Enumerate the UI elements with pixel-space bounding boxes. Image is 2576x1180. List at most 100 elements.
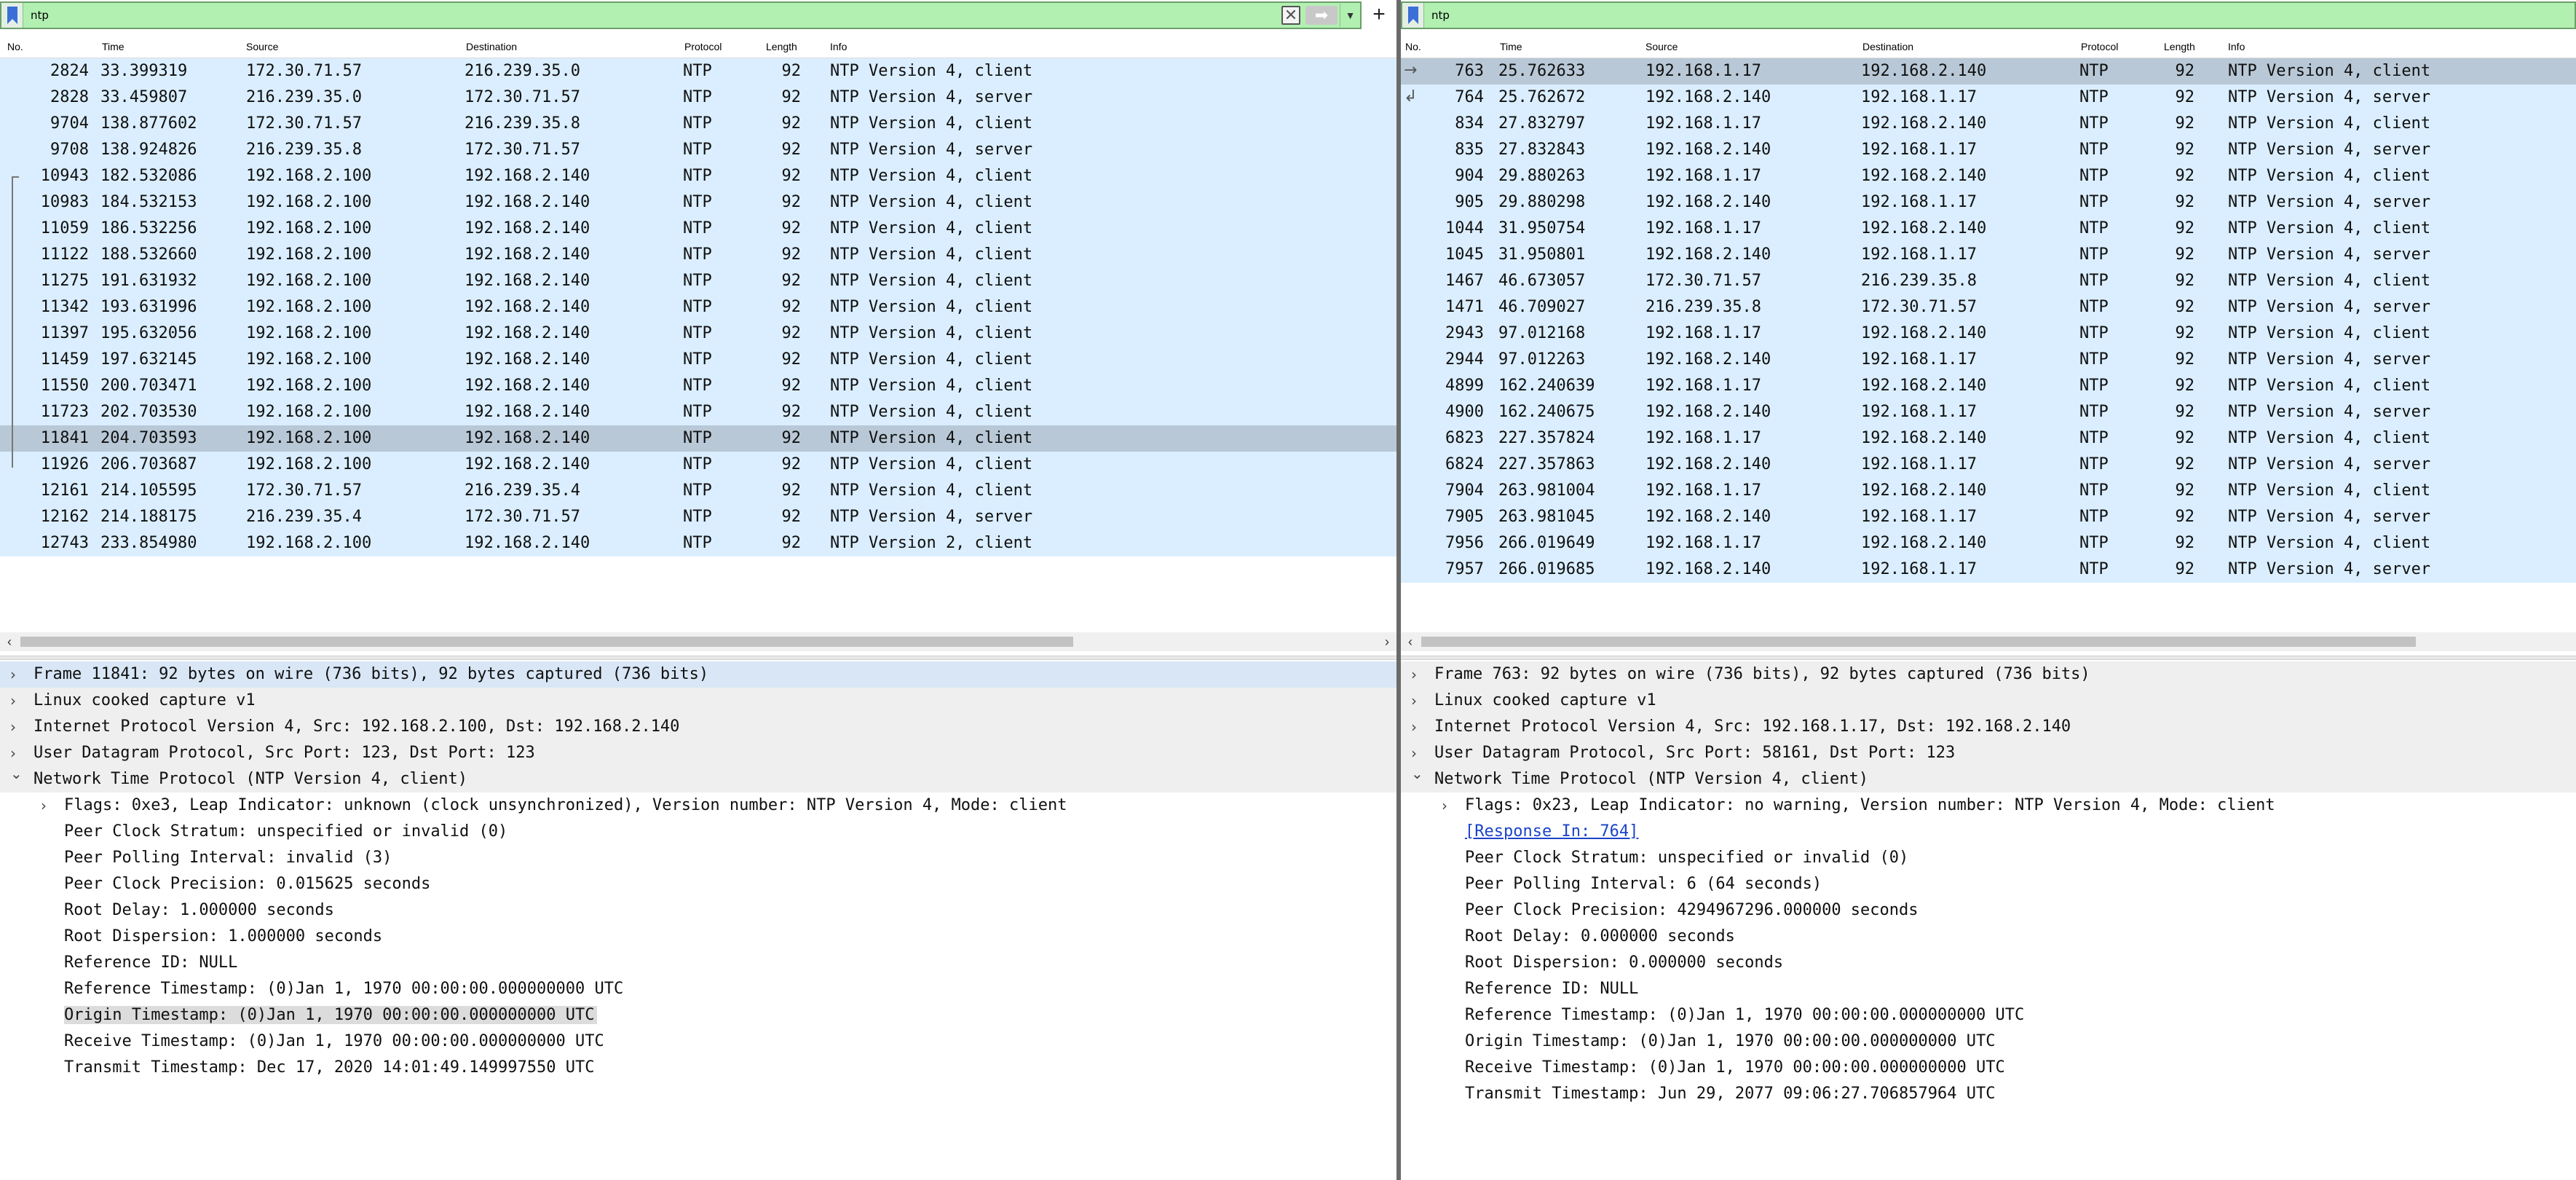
column-header-no[interactable]: No.: [7, 41, 23, 52]
packet-row[interactable]: 9708 138.924826 216.239.35.8 172.30.71.57 NT…: [0, 137, 1396, 163]
packet-row[interactable]: 835 27.832843 192.168.2.140 192.168.1.17 NTP…: [1401, 137, 2576, 163]
packet-row[interactable]: 11397 195.632056 192.168.2.100 192.168.2.14…: [0, 320, 1396, 347]
column-header-source[interactable]: Source: [246, 41, 278, 52]
detail-tree-item[interactable]: › Internet Protocol Version 4, Src: 192.1…: [0, 714, 1396, 740]
packet-row[interactable]: 11059 186.532256 192.168.2.100 192.168.2.14…: [0, 216, 1396, 242]
scroll-left-icon[interactable]: ‹: [1401, 632, 1420, 651]
scroll-right-icon[interactable]: ›: [1378, 632, 1396, 651]
detail-field[interactable]: › Flags: 0xe3, Leap Indicator: unknown (c…: [0, 792, 1396, 819]
chevron-right-icon[interactable]: ›: [1442, 797, 1447, 814]
packet-row[interactable]: 1044 31.950754 192.168.1.17 192.168.2.140 NT…: [1401, 216, 2576, 242]
chevron-right-icon[interactable]: ›: [1411, 666, 1417, 683]
packet-row[interactable]: 10943 182.532086 192.168.2.100 192.168.2.14…: [0, 163, 1396, 189]
packet-row[interactable]: 1471 46.709027 216.239.35.8 172.30.71.57 NTP…: [1401, 294, 2576, 320]
detail-tree-item[interactable]: › User Datagram Protocol, Src Port: 123, …: [0, 740, 1396, 766]
column-header-time[interactable]: Time: [1500, 41, 1522, 52]
packet-row[interactable]: 763 25.762633 192.168.1.17 192.168.2.140 NTP…: [1401, 58, 2576, 84]
detail-field[interactable]: Peer Clock Precision: 4294967296.000000 …: [1401, 897, 2576, 924]
detail-tree-item[interactable]: › Frame 763: 92 bytes on wire (736 bits),…: [1401, 661, 2576, 688]
packet-row[interactable]: 4900 162.240675 192.168.2.140 192.168.1.17 N…: [1401, 399, 2576, 425]
packet-row[interactable]: 11926 206.703687 192.168.2.100 192.168.2.14…: [0, 452, 1396, 478]
horizontal-scrollbar[interactable]: ‹ ›: [0, 632, 1396, 651]
packet-row[interactable]: 2824 33.399319 172.30.71.57 216.239.35.0 NTP…: [0, 58, 1396, 84]
packet-row[interactable]: 12161 214.105595 172.30.71.57 216.239.35.4 N…: [0, 478, 1396, 504]
scrollbar-thumb[interactable]: [1421, 637, 2416, 647]
chevron-down-icon[interactable]: ⌄: [1411, 765, 1423, 782]
detail-tree-item[interactable]: › User Datagram Protocol, Src Port: 58161…: [1401, 740, 2576, 766]
packet-row[interactable]: 2943 97.012168 192.168.1.17 192.168.2.140 NT…: [1401, 320, 2576, 347]
detail-tree-item[interactable]: ⌄ Network Time Protocol (NTP Version 4, c…: [0, 765, 1396, 792]
packet-row[interactable]: 1467 46.673057 172.30.71.57 216.239.35.8 NTP…: [1401, 268, 2576, 294]
detail-field[interactable]: › Flags: 0x23, Leap Indicator: no warning…: [1401, 792, 2576, 819]
packet-row[interactable]: 9704 138.877602 172.30.71.57 216.239.35.8 NT…: [0, 111, 1396, 137]
chevron-right-icon[interactable]: ›: [10, 666, 16, 683]
packet-row[interactable]: 834 27.832797 192.168.1.17 192.168.2.140 NTP…: [1401, 111, 2576, 137]
bookmark-icon[interactable]: [1402, 3, 1424, 28]
packet-row[interactable]: 2944 97.012263 192.168.2.140 192.168.1.17 NT…: [1401, 347, 2576, 373]
packet-row[interactable]: 7905 263.981045 192.168.2.140 192.168.1.17 N…: [1401, 504, 2576, 530]
display-filter-input[interactable]: [1424, 4, 2575, 27]
column-header-time[interactable]: Time: [102, 41, 125, 52]
chevron-right-icon[interactable]: ›: [1411, 744, 1417, 762]
detail-field[interactable]: Root Dispersion: 0.000000 seconds: [1401, 950, 2576, 976]
detail-field[interactable]: Receive Timestamp: (0)Jan 1, 1970 00:00:…: [1401, 1055, 2576, 1081]
bookmark-icon[interactable]: [1, 3, 23, 28]
detail-field[interactable]: Root Delay: 0.000000 seconds: [1401, 924, 2576, 950]
detail-field[interactable]: Reference Timestamp: (0)Jan 1, 1970 00:0…: [1401, 1002, 2576, 1028]
chevron-down-icon[interactable]: ⌄: [10, 765, 23, 782]
detail-field[interactable]: Origin Timestamp: (0)Jan 1, 1970 00:00:0…: [0, 1002, 1396, 1028]
column-header-protocol[interactable]: Protocol: [2081, 41, 2118, 52]
column-header-destination[interactable]: Destination: [466, 41, 517, 52]
pane-splitter[interactable]: [1401, 656, 2576, 660]
detail-tree-item[interactable]: › Linux cooked capture v1: [0, 688, 1396, 714]
detail-field[interactable]: Peer Polling Interval: invalid (3): [0, 845, 1396, 871]
packet-row[interactable]: 11122 188.532660 192.168.2.100 192.168.2.14…: [0, 242, 1396, 268]
packet-row[interactable]: 12743 233.854980 192.168.2.100 192.168.2.14…: [0, 530, 1396, 556]
packet-row[interactable]: 11550 200.703471 192.168.2.100 192.168.2.14…: [0, 373, 1396, 399]
packet-row[interactable]: 905 29.880298 192.168.2.140 192.168.1.17 NTP…: [1401, 189, 2576, 216]
chevron-right-icon[interactable]: ›: [1411, 718, 1417, 736]
column-header-length[interactable]: Length: [766, 41, 797, 52]
packet-row[interactable]: 4899 162.240639 192.168.1.17 192.168.2.140 N…: [1401, 373, 2576, 399]
packet-row[interactable]: 6823 227.357824 192.168.1.17 192.168.2.140 N…: [1401, 425, 2576, 452]
detail-field[interactable]: Peer Clock Stratum: unspecified or inval…: [1401, 845, 2576, 871]
detail-field[interactable]: Reference ID: NULL: [0, 950, 1396, 976]
column-header-length[interactable]: Length: [2164, 41, 2195, 52]
packet-row[interactable]: 6824 227.357863 192.168.2.140 192.168.1.17 N…: [1401, 452, 2576, 478]
column-header-no[interactable]: No.: [1405, 41, 1421, 52]
chevron-right-icon[interactable]: ›: [41, 797, 47, 814]
detail-field[interactable]: Root Delay: 1.000000 seconds: [0, 897, 1396, 924]
detail-field[interactable]: Transmit Timestamp: Jun 29, 2077 09:06:2…: [1401, 1081, 2576, 1107]
packet-row[interactable]: 7957 266.019685 192.168.2.140 192.168.1.17 N…: [1401, 556, 2576, 583]
detail-field[interactable]: Peer Polling Interval: 6 (64 seconds): [1401, 871, 2576, 897]
detail-tree-item[interactable]: › Frame 11841: 92 bytes on wire (736 bits…: [0, 661, 1396, 688]
detail-field[interactable]: Reference ID: NULL: [1401, 976, 2576, 1002]
packet-row[interactable]: 764 25.762672 192.168.2.140 192.168.1.17 NTP…: [1401, 84, 2576, 111]
column-header-info[interactable]: Info: [2228, 41, 2245, 52]
packet-row[interactable]: 1045 31.950801 192.168.2.140 192.168.1.17 NT…: [1401, 242, 2576, 268]
pane-splitter[interactable]: [0, 656, 1396, 660]
detail-field[interactable]: Peer Clock Precision: 0.015625 seconds: [0, 871, 1396, 897]
detail-field[interactable]: Transmit Timestamp: Dec 17, 2020 14:01:4…: [0, 1055, 1396, 1081]
column-header-source[interactable]: Source: [1645, 41, 1678, 52]
chevron-right-icon[interactable]: ›: [10, 692, 16, 709]
column-header-info[interactable]: Info: [830, 41, 847, 52]
filter-history-dropdown[interactable]: ▼: [1340, 4, 1360, 27]
packet-row[interactable]: 7904 263.981004 192.168.1.17 192.168.2.140 N…: [1401, 478, 2576, 504]
detail-field[interactable]: Origin Timestamp: (0)Jan 1, 1970 00:00:0…: [1401, 1028, 2576, 1055]
detail-field[interactable]: Peer Clock Stratum: unspecified or inval…: [0, 819, 1396, 845]
scrollbar-thumb[interactable]: [20, 637, 1073, 647]
detail-field[interactable]: Root Dispersion: 1.000000 seconds: [0, 924, 1396, 950]
packet-row[interactable]: 2828 33.459807 216.239.35.0 172.30.71.57 NTP…: [0, 84, 1396, 111]
packet-row[interactable]: 11723 202.703530 192.168.2.100 192.168.2.14…: [0, 399, 1396, 425]
detail-field[interactable]: [Response In: 764]: [1401, 819, 2576, 845]
clear-filter-button[interactable]: ✕: [1279, 4, 1303, 27]
detail-field[interactable]: Reference Timestamp: (0)Jan 1, 1970 00:0…: [0, 976, 1396, 1002]
packet-row[interactable]: 11459 197.632145 192.168.2.100 192.168.2.14…: [0, 347, 1396, 373]
detail-tree-item[interactable]: › Linux cooked capture v1: [1401, 688, 2576, 714]
chevron-right-icon[interactable]: ›: [10, 744, 16, 762]
packet-row[interactable]: 904 29.880263 192.168.1.17 192.168.2.140 NTP…: [1401, 163, 2576, 189]
detail-field[interactable]: Receive Timestamp: (0)Jan 1, 1970 00:00:…: [0, 1028, 1396, 1055]
scroll-left-icon[interactable]: ‹: [0, 632, 19, 651]
packet-row[interactable]: 12162 214.188175 216.239.35.4 172.30.71.57 N…: [0, 504, 1396, 530]
